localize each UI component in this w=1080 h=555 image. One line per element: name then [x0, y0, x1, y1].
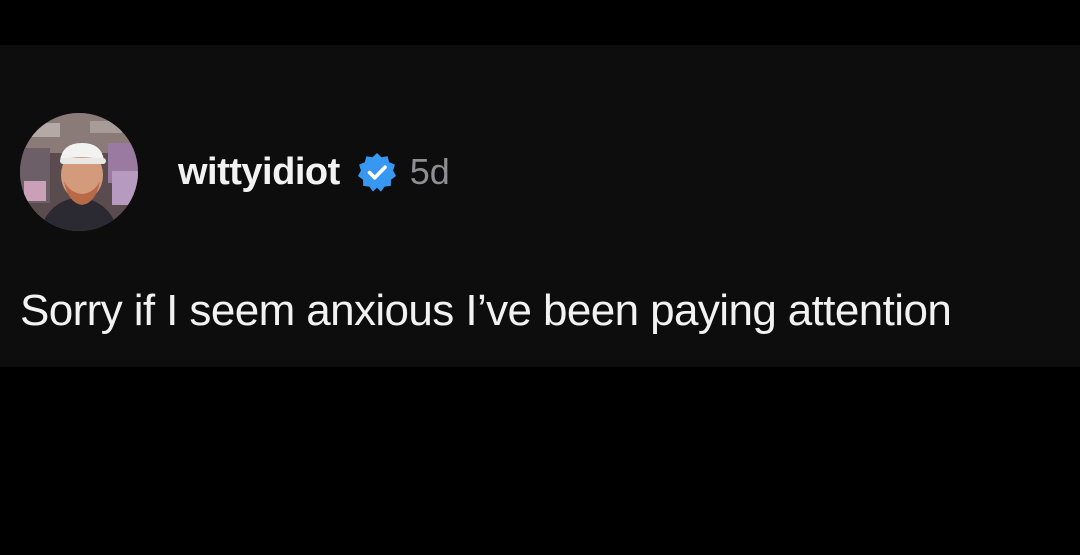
timestamp: 5d: [409, 151, 450, 192]
post-card: wittyidiot 5d Sorry if I seem anxious I’…: [0, 45, 1080, 367]
username[interactable]: wittyidiot: [178, 149, 340, 195]
post-text: Sorry if I seem anxious I’ve been paying…: [20, 286, 952, 335]
post-header: wittyidiot 5d: [178, 149, 450, 195]
avatar-photo: [20, 113, 138, 231]
verified-badge-icon: [356, 151, 398, 193]
avatar[interactable]: [20, 113, 138, 231]
